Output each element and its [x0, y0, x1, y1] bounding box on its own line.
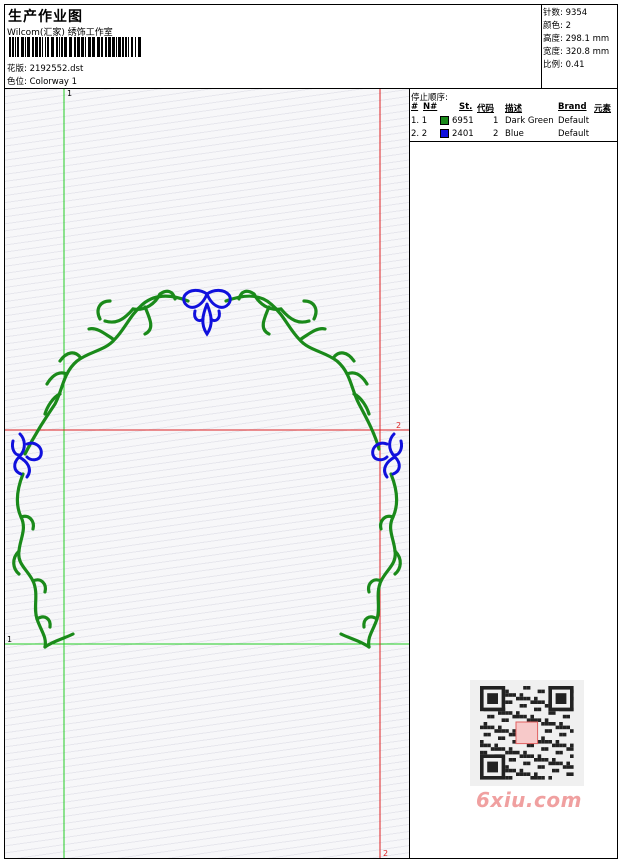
- row2-index: 2. 2: [411, 129, 428, 139]
- green-vine: [12, 289, 402, 649]
- row2-desc: Blue: [505, 129, 524, 139]
- stat-stitches: 针数: 9354: [543, 8, 588, 18]
- row1-desc: Dark Green: [505, 116, 554, 126]
- stat-colors: 颜色: 2: [543, 21, 571, 31]
- barcode-icon: [9, 37, 141, 57]
- design-file-label: 花版:: [7, 64, 27, 74]
- col-stitches: St.: [459, 102, 473, 112]
- guide-label-right: 2: [396, 421, 401, 430]
- embroidery-design: 1 1 2 2: [5, 89, 409, 858]
- row1-code: 1: [493, 116, 499, 126]
- row2-brand: Default: [558, 129, 590, 139]
- panel-divider: [409, 88, 410, 859]
- col-code: 代码: [477, 104, 495, 114]
- row1-brand: Default: [558, 116, 590, 126]
- row1-color-swatch: [440, 116, 449, 125]
- guide-label-bottom: 2: [383, 849, 388, 858]
- stats-divider: [541, 4, 542, 88]
- table-bottom-line: [409, 141, 618, 142]
- guide-label-top: 1: [67, 89, 72, 98]
- col-desc: 描述: [505, 104, 523, 114]
- design-canvas: 1 1 2 2: [5, 89, 409, 858]
- design-file-row: 花版: 2192552.dst: [7, 62, 83, 74]
- col-brand: Brand: [558, 102, 587, 112]
- qr-code-icon: [470, 680, 584, 786]
- row2-code: 2: [493, 129, 499, 139]
- col-element: 元素: [594, 104, 612, 114]
- col-needle: N#: [423, 102, 438, 112]
- design-file-value: 2192552.dst: [29, 64, 84, 74]
- stat-width: 宽度: 320.8 mm: [543, 47, 610, 57]
- guide-label-left: 1: [7, 635, 12, 644]
- colorway-value: Colorway 1: [29, 77, 78, 87]
- row1-stitches: 6951: [452, 116, 474, 126]
- row1-index: 1. 1: [411, 116, 428, 126]
- stat-scale: 比例: 0.41: [543, 60, 585, 70]
- col-index: #: [411, 102, 419, 112]
- stat-height: 高度: 298.1 mm: [543, 34, 610, 44]
- watermark-logo: 6xiu.com: [476, 788, 582, 812]
- row2-color-swatch: [440, 129, 449, 138]
- blue-ornaments: [11, 288, 403, 479]
- colorway-label: 色位:: [7, 77, 27, 87]
- colorway-row: 色位: Colorway 1: [7, 75, 77, 87]
- page-title: 生产作业图: [8, 9, 83, 25]
- row2-stitches: 2401: [452, 129, 474, 139]
